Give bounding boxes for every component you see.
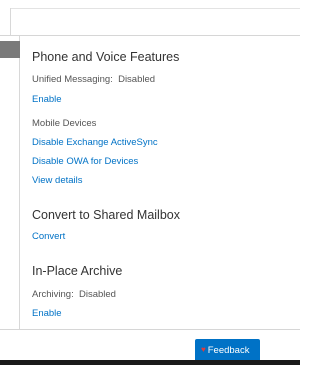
enable-unified-messaging-link[interactable]: Enable bbox=[32, 94, 62, 105]
archiving-label: Archiving: bbox=[32, 289, 74, 300]
disable-activesync-link[interactable]: Disable Exchange ActiveSync bbox=[32, 137, 158, 148]
enable-archive-link[interactable]: Enable bbox=[32, 308, 62, 319]
disable-owa-devices-link[interactable]: Disable OWA for Devices bbox=[32, 156, 138, 167]
footer-divider bbox=[0, 329, 300, 330]
unified-messaging-label: Unified Messaging: bbox=[32, 74, 113, 85]
feedback-label: Feedback bbox=[207, 344, 250, 356]
list-pane bbox=[0, 36, 20, 329]
archiving-status: Archiving: Disabled bbox=[32, 289, 116, 300]
unified-messaging-status: Unified Messaging: Disabled bbox=[32, 74, 155, 85]
feedback-heart-icon: ♥ bbox=[201, 345, 206, 354]
taskbar-edge bbox=[0, 360, 300, 365]
toolbar-divider-top bbox=[11, 8, 300, 9]
unified-messaging-value: Disabled bbox=[118, 74, 156, 85]
phone-voice-section-title: Phone and Voice Features bbox=[32, 50, 180, 64]
archive-section-title: In-Place Archive bbox=[32, 264, 123, 278]
toolbar-cell bbox=[0, 8, 11, 36]
archiving-value: Disabled bbox=[79, 289, 116, 300]
view-details-link[interactable]: View details bbox=[32, 175, 83, 186]
top-toolbar bbox=[0, 0, 300, 36]
toolbar-divider-bottom bbox=[0, 35, 300, 36]
convert-link[interactable]: Convert bbox=[32, 231, 65, 242]
mobile-devices-label: Mobile Devices bbox=[32, 118, 97, 129]
shared-mailbox-section-title: Convert to Shared Mailbox bbox=[32, 208, 180, 222]
feedback-button[interactable]: ♥ Feedback bbox=[195, 339, 260, 361]
selected-list-row[interactable] bbox=[0, 41, 20, 58]
